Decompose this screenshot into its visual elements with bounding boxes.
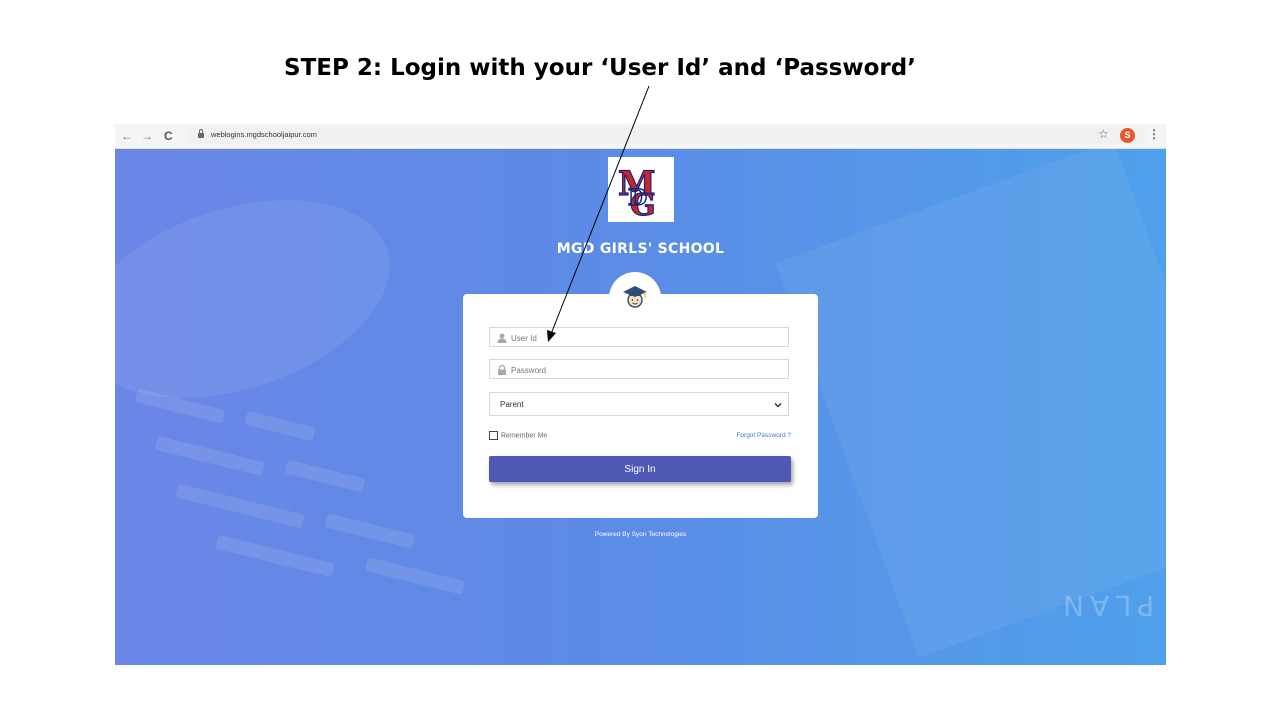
background-key <box>244 410 316 442</box>
chevron-down-icon <box>774 396 782 411</box>
password-input[interactable] <box>490 361 788 380</box>
svg-text:D: D <box>628 185 647 211</box>
graduate-icon <box>623 286 647 308</box>
background-key <box>284 459 366 493</box>
remember-me[interactable]: Remember Me <box>489 431 547 440</box>
login-card: Parent Remember Me Forgot Password ? Sig… <box>463 294 818 518</box>
star-icon[interactable]: ☆ <box>1098 127 1109 141</box>
browser-toolbar: ← → C weblogins.mgdschooljaipur.com ☆ S … <box>115 124 1166 149</box>
forgot-password-link[interactable]: Forgot Password ? <box>736 432 791 439</box>
url-text[interactable]: weblogins.mgdschooljaipur.com <box>211 128 317 142</box>
step-title: STEP 2: Login with your ‘User Id’ and ‘P… <box>284 55 916 81</box>
profile-avatar[interactable]: S <box>1120 128 1135 143</box>
background-key <box>364 557 466 595</box>
remember-checkbox[interactable] <box>489 431 498 440</box>
school-name: MGD GIRLS' SCHOOL <box>556 241 725 257</box>
lock-icon <box>198 129 204 138</box>
back-arrow-icon[interactable]: ← <box>121 127 133 145</box>
role-select[interactable]: Parent <box>489 392 789 416</box>
login-page: M G D MGD GIRLS' SCHOOL User Id Parent R… <box>115 149 1166 665</box>
school-logo: M G D <box>608 157 674 224</box>
sign-in-button[interactable]: Sign In <box>489 456 791 482</box>
background-key <box>215 534 335 578</box>
powered-by: Powered By Syon Technologies <box>594 531 687 538</box>
background-text: PLAN <box>1056 589 1154 622</box>
menu-dots-icon[interactable]: ⋮ <box>1148 127 1160 141</box>
password-field[interactable] <box>489 359 789 380</box>
browser-window: ← → C weblogins.mgdschooljaipur.com ☆ S … <box>115 124 1166 665</box>
forward-arrow-icon[interactable]: → <box>141 127 153 145</box>
background-key <box>154 435 266 477</box>
user-id-field[interactable] <box>489 327 789 348</box>
padlock-icon <box>498 365 506 375</box>
reload-icon[interactable]: C <box>164 127 173 145</box>
user-id-input[interactable] <box>490 329 788 348</box>
role-selected-value: Parent <box>500 400 524 409</box>
background-paper <box>775 149 1166 658</box>
address-bar[interactable] <box>187 127 1147 144</box>
background-key <box>175 483 305 529</box>
remember-label: Remember Me <box>501 432 548 440</box>
user-icon <box>497 333 507 343</box>
graduate-badge <box>609 272 661 324</box>
